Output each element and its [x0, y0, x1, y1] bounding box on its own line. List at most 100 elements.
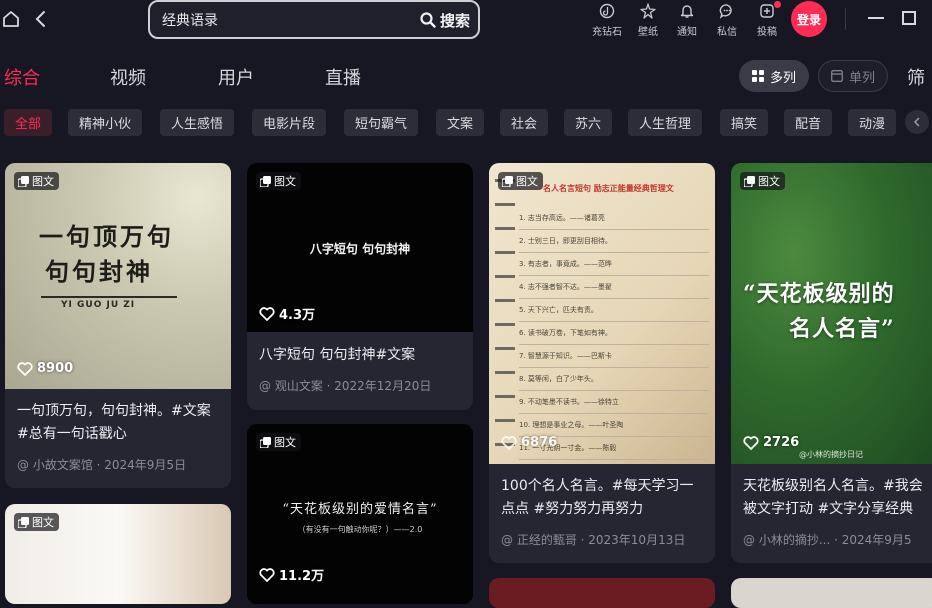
thumb-text: 一句顶万句: [39, 222, 174, 251]
tab-user[interactable]: 用户: [218, 64, 254, 90]
like-count: 4.3万: [259, 304, 315, 323]
gallery-icon: [744, 175, 755, 187]
search-button[interactable]: 搜索: [420, 9, 470, 31]
wallpaper-icon: [639, 2, 657, 20]
minimize-button[interactable]: [868, 17, 884, 19]
search-input[interactable]: [162, 10, 392, 30]
heart-icon: [501, 435, 517, 450]
thumb-divider: [41, 296, 177, 298]
result-card[interactable]: 图文: [5, 504, 231, 604]
card-meta: @ 小故文案馆 · 2024年9月5日: [17, 458, 187, 472]
single-column-icon: [831, 70, 843, 82]
thumb-list: 1. 志当存高远。——诸葛亮 2. 士别三日，即更刮目相待。 3. 有志者，事竟…: [519, 207, 709, 460]
like-count: 6876: [501, 435, 557, 450]
card-title: 一句顶万句，句句封神。#文案 #总有一句话戳心: [17, 403, 211, 442]
tab-video[interactable]: 视频: [110, 64, 146, 90]
home-icon: [3, 11, 19, 27]
home-button[interactable]: [0, 8, 22, 30]
card-meta: @ 观山文案 · 2022年12月20日: [259, 379, 432, 393]
thumb-subtext: （有没有一句触动你呢？）——2.0: [297, 525, 423, 534]
chip-all[interactable]: 全部: [4, 109, 53, 136]
gallery-icon: [502, 175, 513, 187]
chips-scroll-button[interactable]: [905, 110, 929, 134]
result-card[interactable]: “天花板级别的爱情名言” （有没有一句触动你呢？）——2.0 图文 11.2万: [247, 424, 473, 604]
chevron-left-icon: [913, 117, 920, 127]
chip[interactable]: 动漫: [848, 109, 897, 136]
image-post-badge: 图文: [14, 513, 59, 531]
filter-button[interactable]: 筛: [907, 64, 925, 90]
top-bar: 搜索 充钻石 壁纸 通知 私信 投稿 登录: [0, 0, 932, 40]
gallery-icon: [260, 175, 271, 187]
recharge-button[interactable]: 充钻石: [589, 1, 625, 41]
gallery-icon: [18, 516, 29, 528]
result-card[interactable]: 八字短句 句句封神 图文 4.3万 八字短句 句句封神#文案 @ 观山文案 · …: [247, 163, 473, 410]
heart-icon: [17, 361, 33, 376]
card-title: 天花板级别名人名言。#我会被文字打动 #文字分享经典: [743, 478, 923, 517]
thumb-heading: 名人名言短句 励志正能量经典哲理文: [543, 184, 674, 193]
result-card[interactable]: 名人名言短句 励志正能量经典哲理文 1. 志当存高远。——诸葛亮 2. 士别三日…: [489, 163, 715, 563]
chip[interactable]: 配音: [784, 109, 833, 136]
card-title: 八字短句 句句封神#文案: [259, 347, 416, 363]
card-thumbnail: 名人名言短句 励志正能量经典哲理文 1. 志当存高远。——诸葛亮 2. 士别三日…: [489, 163, 715, 464]
tab-all[interactable]: 综合: [4, 64, 40, 90]
result-card[interactable]: “天花板级别的 名人名言” @小林的摘抄日记 图文 2726 天花板级别名人名言…: [731, 163, 932, 563]
gallery-icon: [260, 436, 271, 448]
maximize-button[interactable]: [902, 11, 916, 25]
heart-icon: [743, 435, 759, 450]
thumb-text: 名人名言”: [789, 316, 895, 342]
tab-live[interactable]: 直播: [325, 64, 361, 90]
notification-button[interactable]: 通知: [669, 1, 705, 41]
card-meta: @ 正经的甄哥 · 2023年10月13日: [501, 533, 686, 547]
card-thumbnail: 一句顶万句 句句封神 YI GUO JU ZI: [5, 163, 231, 389]
chip[interactable]: 苏六: [564, 109, 613, 136]
like-count: 11.2万: [259, 565, 324, 584]
chip[interactable]: 电影片段: [252, 109, 327, 136]
thumb-subtext: YI GUO JU ZI: [61, 300, 136, 310]
thumb-text: “天花板级别的: [743, 281, 895, 307]
search-box: 搜索: [148, 0, 480, 39]
chip[interactable]: 人生感悟: [160, 109, 235, 136]
login-button[interactable]: 登录: [791, 1, 827, 37]
chip[interactable]: 精神小伙: [68, 109, 143, 136]
chip[interactable]: 短句霸气: [344, 109, 419, 136]
unread-dot: [774, 1, 781, 8]
multi-column-toggle[interactable]: 多列: [739, 60, 809, 92]
chip[interactable]: 人生哲理: [628, 109, 703, 136]
result-card[interactable]: [489, 578, 715, 608]
thumb-text: 八字短句 句句封神: [309, 242, 411, 256]
search-button-label: 搜索: [439, 11, 470, 30]
notebook-rings: [495, 163, 515, 464]
result-card[interactable]: 一句顶万句 句句封神 YI GUO JU ZI 图文 8900 一句顶万句，句句…: [5, 163, 231, 488]
chevron-left-icon: [35, 11, 45, 27]
card-title: 100个名人名言。#每天学习一点点 #努力努力再努力: [501, 478, 694, 517]
image-post-badge: 图文: [14, 172, 59, 190]
thumb-text: “天花板级别的爱情名言”: [282, 502, 438, 517]
back-button[interactable]: [30, 8, 52, 30]
card-thumbnail: “天花板级别的 名人名言” @小林的摘抄日记: [731, 163, 932, 464]
wallpaper-button[interactable]: 壁纸: [630, 1, 666, 41]
chip[interactable]: 文案: [436, 109, 485, 136]
tiktok-coin-icon: [598, 2, 616, 20]
grid-icon: [751, 70, 764, 82]
topic-chips: 全部 精神小伙 人生感悟 电影片段 短句霸气 文案 社会 苏六 人生哲理 搞笑 …: [0, 109, 932, 137]
card-meta: @ 小林的摘抄... · 2024年9月5: [743, 533, 912, 547]
chip[interactable]: 搞笑: [720, 109, 769, 136]
like-count: 8900: [17, 361, 73, 376]
image-post-badge: 图文: [256, 172, 301, 190]
thumb-text: 句句封神: [45, 257, 153, 286]
upload-button[interactable]: 投稿: [749, 1, 785, 41]
chip[interactable]: 社会: [500, 109, 549, 136]
result-card[interactable]: [731, 578, 932, 608]
message-button[interactable]: 私信: [709, 1, 745, 41]
heart-icon: [259, 306, 275, 321]
image-post-badge: 图文: [256, 433, 301, 451]
image-post-badge: 图文: [498, 172, 543, 190]
image-post-badge: 图文: [740, 172, 785, 190]
bell-icon: [678, 2, 696, 20]
search-icon: [420, 12, 436, 28]
single-column-toggle[interactable]: 单列: [818, 60, 888, 92]
thumb-subtext: @小林的摘抄日记: [799, 450, 863, 459]
gallery-icon: [18, 175, 29, 187]
result-tabs: 综合 视频 用户 直播 多列 单列 筛: [0, 60, 932, 94]
divider: [845, 8, 846, 30]
